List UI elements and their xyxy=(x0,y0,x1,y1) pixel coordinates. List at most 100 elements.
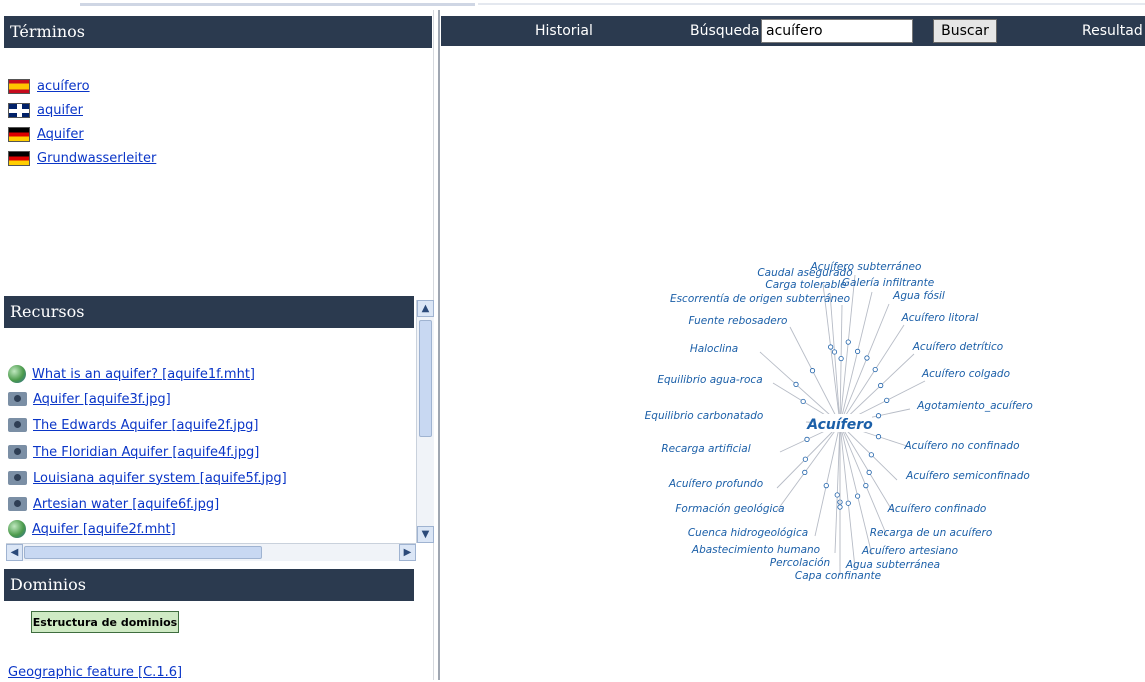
scroll-right-icon[interactable]: ▶ xyxy=(399,544,416,561)
graph-edge xyxy=(839,408,911,425)
graph-edge xyxy=(775,423,841,513)
resource-item[interactable]: Louisiana aquifer system [aquife5f.jpg] xyxy=(8,468,287,488)
graph-edge-marker xyxy=(793,381,799,387)
graph-node[interactable]: Acuífero subterráneo xyxy=(810,261,922,273)
graph-node[interactable]: Acuífero colgado xyxy=(921,368,1010,380)
graph-edge-marker xyxy=(802,469,808,475)
graph-node[interactable]: Fuente rebosadero xyxy=(689,315,788,327)
graph-edge xyxy=(839,303,890,425)
graph-node[interactable]: Formación geológica xyxy=(675,503,784,515)
buscar-label: Buscar xyxy=(941,23,989,39)
resource-link[interactable]: Artesian water [aquife6f.jpg] xyxy=(33,497,219,512)
top-bar: Historial Búsqueda Buscar Resultad xyxy=(441,16,1145,46)
graph-node[interactable]: Recarga artificial xyxy=(661,443,750,455)
graph-node[interactable]: Recarga de un acuífero xyxy=(870,527,993,539)
resource-item[interactable]: The Floridian Aquifer [aquife4f.jpg] xyxy=(8,442,259,462)
camera-icon xyxy=(8,445,27,459)
graph-node[interactable]: Acuífero no confinado xyxy=(904,440,1020,452)
scroll-down-icon[interactable]: ▼ xyxy=(417,526,434,543)
graph-node[interactable]: Caudal asegurado xyxy=(757,267,852,279)
term-item[interactable]: Grundwasserleiter xyxy=(8,148,156,168)
graph-edge-marker xyxy=(802,456,808,462)
graph-node[interactable]: Capa confinante xyxy=(795,570,881,582)
historial-tab[interactable]: Historial xyxy=(535,16,593,46)
graph-node[interactable]: Agotamiento_acuífero xyxy=(916,400,1033,412)
scroll-up-icon[interactable]: ▲ xyxy=(417,300,434,317)
es-flag-icon xyxy=(8,78,30,94)
buscar-button[interactable]: Buscar xyxy=(933,19,997,43)
graph-node[interactable]: Carga tolerable xyxy=(765,279,846,291)
graph-edge xyxy=(834,423,841,554)
term-item[interactable]: acuífero xyxy=(8,76,90,96)
graph-node[interactable]: Acuífero litoral xyxy=(901,312,979,324)
term-link[interactable]: acuífero xyxy=(37,79,90,94)
resource-link[interactable]: Aquifer [aquife2f.mht] xyxy=(32,522,176,537)
graph-edge-marker xyxy=(878,382,884,389)
resource-item[interactable]: The Edwards Aquifer [aquife2f.jpg] xyxy=(8,415,258,435)
graph-edge xyxy=(839,423,856,569)
busqueda-label: Búsqueda xyxy=(690,23,760,39)
graph-edge xyxy=(805,421,841,425)
graph-edge-marker xyxy=(854,493,861,499)
term-item[interactable]: Aquifer xyxy=(8,124,84,144)
domain-link[interactable]: Geographic feature [C.1.6] xyxy=(8,665,182,680)
graph-edge xyxy=(759,351,841,425)
recursos-vertical-scrollbar[interactable]: ▲ ▼ xyxy=(416,300,434,543)
graph-edge xyxy=(839,274,856,425)
resource-link[interactable]: The Floridian Aquifer [aquife4f.jpg] xyxy=(33,445,259,460)
term-link[interactable]: aquifer xyxy=(37,103,83,118)
resource-link[interactable]: Aquifer [aquife3f.jpg] xyxy=(33,392,171,407)
resource-item[interactable]: What is an aquifer? [aquife1f.mht] xyxy=(8,364,255,384)
graph-node[interactable]: Acuífero detrítico xyxy=(912,341,1003,353)
panel-divider[interactable] xyxy=(438,10,440,680)
graph-edge-marker xyxy=(884,397,890,403)
graph-node[interactable]: Equilibrio agua-roca xyxy=(657,374,762,386)
estructura-dominios-button[interactable]: Estructura de dominios xyxy=(31,611,179,633)
graph-edge xyxy=(839,324,905,425)
graph-edge xyxy=(829,292,841,425)
resource-link[interactable]: Louisiana aquifer system [aquife5f.jpg] xyxy=(33,471,287,486)
terminos-title: Términos xyxy=(10,22,85,41)
resource-item[interactable]: Aquifer [aquife2f.mht] xyxy=(8,520,176,538)
camera-icon xyxy=(8,392,27,406)
search-input[interactable] xyxy=(761,19,913,43)
terminos-header: Términos xyxy=(4,16,432,48)
horizontal-scroll-thumb[interactable] xyxy=(24,546,262,559)
resource-item[interactable]: Aquifer [aquife3f.jpg] xyxy=(8,389,171,409)
resource-item[interactable]: Artesian water [aquife6f.jpg] xyxy=(8,494,219,514)
scroll-left-icon[interactable]: ◀ xyxy=(6,544,23,561)
graph-edge xyxy=(839,304,843,425)
graph-node[interactable]: Haloclina xyxy=(690,343,738,355)
recursos-horizontal-scrollbar[interactable]: ◀ ▶ xyxy=(6,543,416,561)
graph-edge xyxy=(822,283,841,425)
graph-node[interactable]: Agua subterránea xyxy=(845,559,940,571)
graph-center-node[interactable]: Acuífero xyxy=(806,417,873,433)
term-item[interactable]: aquifer xyxy=(8,100,83,120)
domain-item[interactable]: Geographic feature [C.1.6] xyxy=(8,662,182,682)
dominios-title: Dominios xyxy=(10,575,87,594)
graph-node[interactable]: Acuífero confinado xyxy=(887,503,987,515)
graph-node[interactable]: Acuífero profundo xyxy=(668,478,763,490)
resultados-tab[interactable]: Resultad xyxy=(1082,16,1143,46)
graph-edge-marker xyxy=(872,366,878,373)
graph-edge xyxy=(839,423,911,448)
graph-node[interactable]: Galería infiltrante xyxy=(842,277,934,289)
graph-node[interactable]: Abastecimiento humano xyxy=(691,544,820,556)
graph-node[interactable]: Escorrentía de origen subterráneo xyxy=(670,293,850,305)
graph-node[interactable]: Acuífero artesiano xyxy=(861,545,958,557)
graph-node[interactable]: Percolación xyxy=(770,557,830,569)
vertical-scroll-thumb[interactable] xyxy=(419,320,432,437)
graph-node[interactable]: Equilibrio carbonatado xyxy=(645,410,764,422)
term-link[interactable]: Grundwasserleiter xyxy=(37,151,156,166)
graph-edge-marker xyxy=(875,434,882,440)
graph-node[interactable]: Agua fósil xyxy=(892,290,945,302)
term-link[interactable]: Aquifer xyxy=(37,127,84,142)
resource-link[interactable]: The Edwards Aquifer [aquife2f.jpg] xyxy=(33,418,258,433)
graph-edge-marker xyxy=(854,348,861,354)
resource-link[interactable]: What is an aquifer? [aquife1f.mht] xyxy=(32,367,255,382)
camera-icon xyxy=(8,471,27,485)
graph-edge-marker xyxy=(868,452,874,458)
graph-node[interactable]: Cuenca hidrogeológica xyxy=(688,527,808,539)
graph-node[interactable]: Acuífero semiconfinado xyxy=(905,470,1030,482)
graph-edge xyxy=(839,423,888,537)
